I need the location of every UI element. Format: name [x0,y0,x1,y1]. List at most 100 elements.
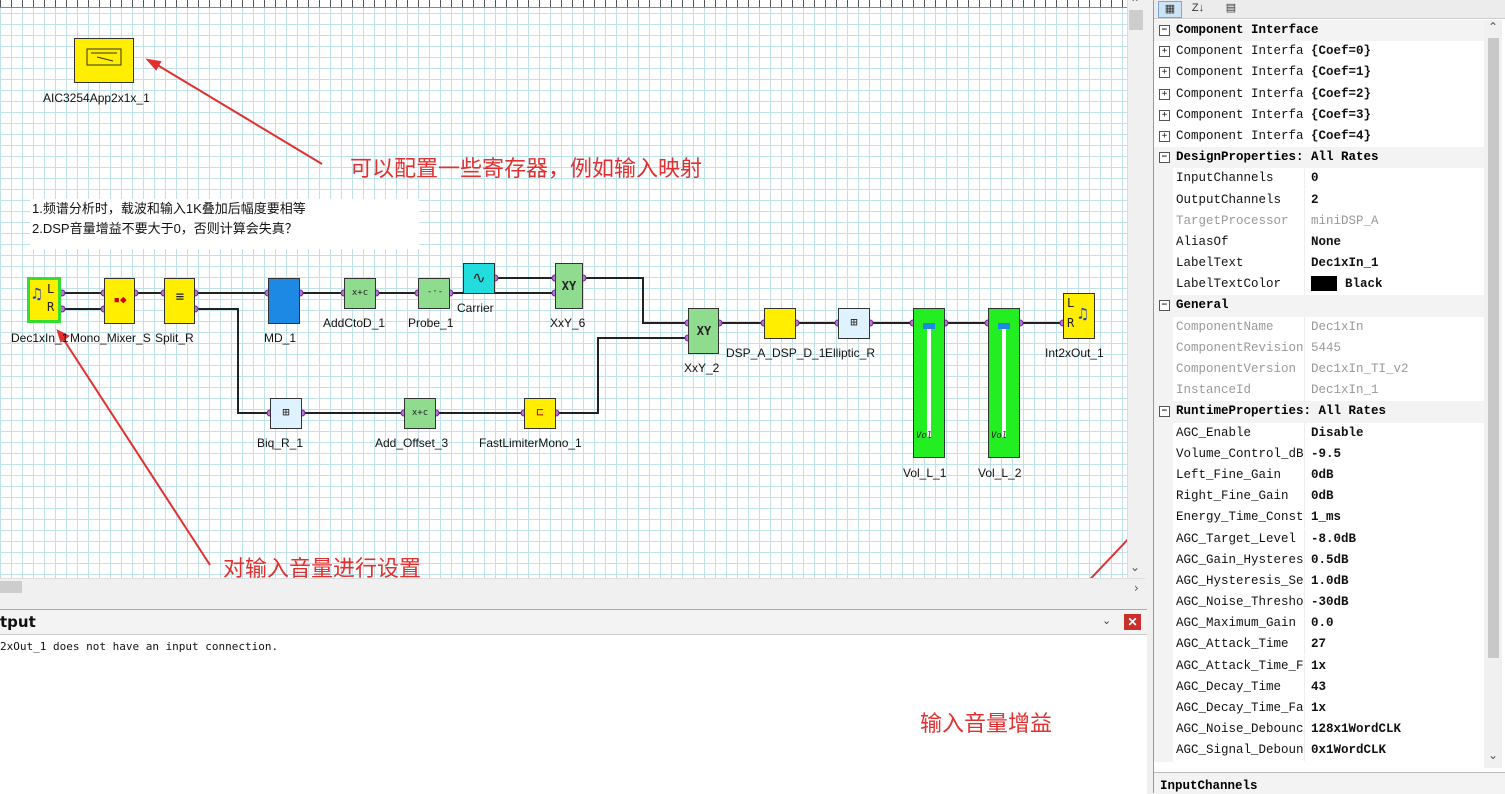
carrier-block[interactable]: ∿ [463,263,495,294]
property-row[interactable]: LabelTextColor Black [1154,274,1485,296]
property-value[interactable]: {Coef=1} [1311,62,1371,83]
property-value[interactable]: Dec1xIn_1 [1311,380,1379,401]
add-offset-block[interactable]: x+c [404,398,436,429]
property-value[interactable]: miniDSP_A [1311,211,1379,232]
property-row[interactable]: AGC_Attack_Time_F 1x [1154,655,1485,677]
pin-icon[interactable]: ⌄ [1102,614,1111,627]
property-value[interactable]: {Coef=2} [1311,84,1371,105]
property-row[interactable]: AGC_Target_Level -8.0dB [1154,528,1485,550]
property-value[interactable]: 0.5dB [1311,550,1349,571]
property-value[interactable]: 1_ms [1311,507,1341,528]
canvas-horizontal-scroll-thumb[interactable] [0,581,22,593]
canvas-horizontal-scrollbar[interactable] [0,578,1145,597]
property-value[interactable]: 0 [1311,168,1319,189]
dec1xin-block[interactable]: ♫ L R [27,277,61,323]
elliptic-block[interactable]: ⊞ [838,308,870,339]
property-value[interactable]: {Coef=4} [1311,126,1371,147]
vol-l2-block[interactable]: Vol [988,308,1020,458]
diagram-canvas[interactable]: AIC3254App2x1x_1 1.频谱分析时，载波和输入1K叠加后幅度要相等… [0,0,1127,578]
property-value[interactable]: {Coef=3} [1311,105,1371,126]
close-icon[interactable]: ✕ [1124,614,1141,630]
collapse-icon[interactable]: − [1159,152,1170,164]
property-group[interactable]: + Component Interfa {Coef=4} [1154,126,1485,147]
property-row[interactable]: AGC_Decay_Time 43 [1154,676,1485,698]
volume-slider-thumb[interactable] [923,323,935,329]
collapse-icon[interactable]: − [1159,406,1170,418]
property-row[interactable]: AGC_Decay_Time_Fa 1x [1154,698,1485,720]
property-value[interactable]: -9.5 [1311,444,1341,465]
property-value[interactable]: 27 [1311,634,1326,655]
property-grid[interactable]: − Component Interface + Component Interfa {C… [1154,20,1485,762]
probe-block[interactable]: -·- [418,278,450,309]
property-value[interactable]: {Coef=0} [1311,41,1371,62]
volume-slider-track[interactable] [1002,325,1006,437]
property-value[interactable]: 0dB [1311,465,1334,486]
expand-icon[interactable]: + [1159,88,1170,100]
property-row[interactable]: ComponentRevision 5445 [1154,337,1485,359]
md-block[interactable] [268,278,300,324]
property-row[interactable]: AGC_Hysteresis_Se 1.0dB [1154,570,1485,593]
vol-l1-block[interactable]: Vol [913,308,945,458]
property-group[interactable]: + Component Interfa {Coef=3} [1154,105,1485,126]
property-row[interactable]: Energy_Time_Const 1_ms [1154,507,1485,529]
property-value[interactable]: Disable [1311,423,1364,444]
property-pages-icon[interactable]: ▤ [1222,1,1240,16]
expand-icon[interactable]: + [1159,109,1170,121]
aic3254-app-block[interactable] [74,38,134,83]
dsp-a-dsp-d-block[interactable] [764,308,796,339]
property-row[interactable]: TargetProcessor miniDSP_A [1154,210,1485,232]
properties-scroll-thumb[interactable] [1488,38,1499,658]
xxy6-block[interactable]: XY [555,263,583,309]
property-row[interactable]: AGC_Gain_Hysteres 0.5dB [1154,549,1485,571]
property-value[interactable]: Dec1xIn_1 [1311,253,1379,274]
xxy2-block[interactable]: XY [688,308,719,354]
expand-icon[interactable]: + [1159,67,1170,79]
collapse-icon[interactable]: − [1159,300,1170,312]
property-row[interactable]: InputChannels 0 [1154,168,1485,190]
property-value[interactable]: Dec1xIn [1311,317,1364,338]
scroll-down-icon[interactable]: ⌄ [1130,560,1140,574]
property-value[interactable]: 128x1WordCLK [1311,719,1401,740]
property-row[interactable]: InstanceId Dec1xIn_1 [1154,380,1485,402]
fast-limiter-block[interactable]: ⊏ [524,398,556,429]
property-value[interactable]: 1x [1311,656,1326,677]
mono-mixer-block[interactable]: ▪◆ [104,278,135,324]
sort-alpha-icon[interactable]: Z↓ [1186,1,1210,16]
property-row[interactable]: AGC_Maximum_Gain 0.0 [1154,613,1485,635]
scroll-up-icon[interactable]: ⌃ [1130,0,1140,10]
scroll-right-icon[interactable]: › [1134,581,1139,595]
expand-icon[interactable]: + [1159,130,1170,142]
property-group[interactable]: + Component Interfa {Coef=0} [1154,41,1485,62]
property-category[interactable]: − RuntimeProperties: All Rates [1154,401,1485,423]
property-value[interactable]: Black [1311,274,1383,295]
property-category[interactable]: − DesignProperties: All Rates [1154,147,1485,169]
split-block[interactable]: ≡ [164,278,195,324]
property-value[interactable]: 1.0dB [1311,571,1349,592]
property-category[interactable]: − General [1154,295,1485,317]
property-value[interactable]: -30dB [1311,592,1349,613]
property-row[interactable]: AGC_Signal_Deboun 0x1WordCLK [1154,740,1485,762]
scroll-down-icon[interactable]: ⌄ [1488,748,1498,762]
property-value[interactable]: 0.0 [1311,613,1334,634]
property-row[interactable]: Left_Fine_Gain 0dB [1154,464,1485,487]
property-row[interactable]: Volume_Control_dB -9.5 [1154,443,1485,465]
volume-slider-thumb[interactable] [998,323,1010,329]
property-value[interactable]: Dec1xIn_TI_v2 [1311,359,1409,380]
property-value[interactable]: 5445 [1311,338,1341,359]
canvas-vertical-scrollbar[interactable] [1127,0,1146,578]
property-row[interactable]: AGC_Enable Disable [1154,422,1485,444]
expand-icon[interactable]: + [1159,46,1170,58]
property-value[interactable]: 2 [1311,190,1319,211]
property-value[interactable]: None [1311,232,1341,253]
property-row[interactable]: Right_Fine_Gain 0dB [1154,486,1485,508]
int2xout-block[interactable]: L R ♫ [1063,293,1095,339]
biquad-block[interactable]: ⊞ [270,398,302,429]
scroll-up-icon[interactable]: ⌃ [1488,20,1498,34]
property-row[interactable]: LabelText Dec1xIn_1 [1154,253,1485,275]
property-value[interactable]: 43 [1311,677,1326,698]
property-row[interactable]: ComponentName Dec1xIn [1154,316,1485,338]
property-row[interactable]: OutputChannels 2 [1154,189,1485,211]
canvas-vertical-scroll-thumb[interactable] [1129,10,1143,30]
property-value[interactable]: -8.0dB [1311,529,1356,550]
property-value[interactable]: 0x1WordCLK [1311,740,1386,761]
